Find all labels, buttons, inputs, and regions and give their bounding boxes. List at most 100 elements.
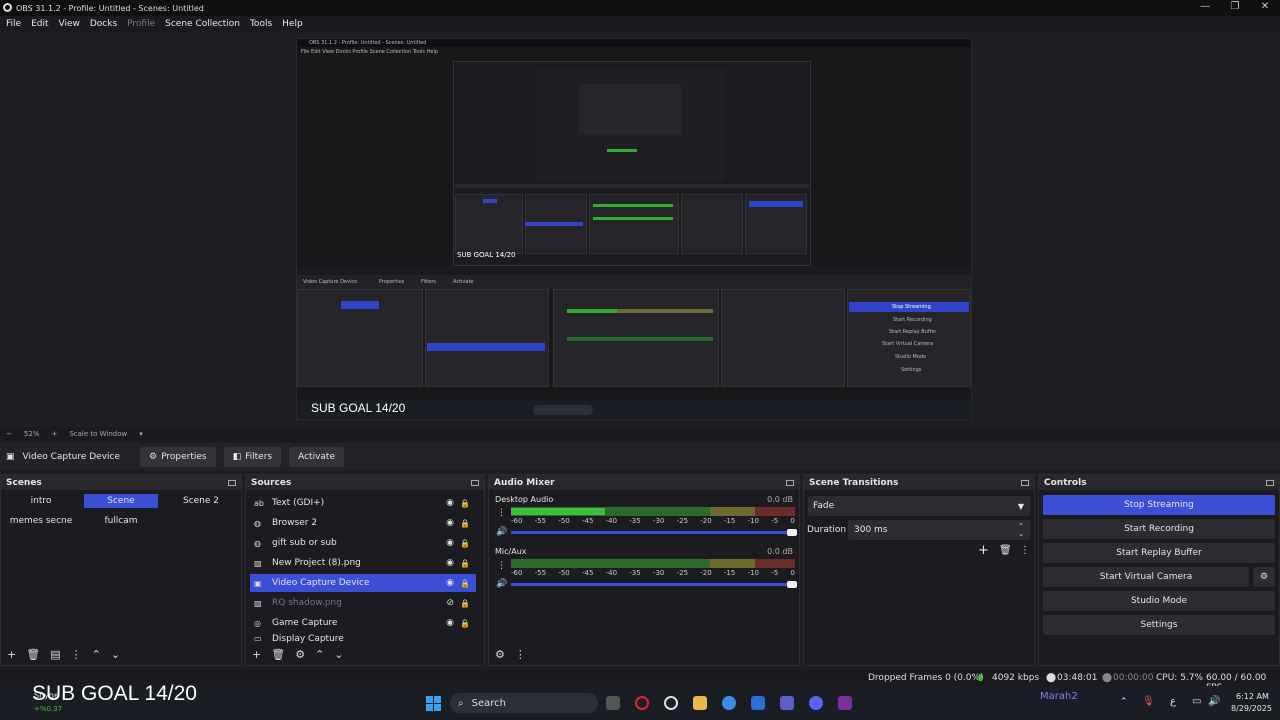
preview-canvas[interactable]: OBS 31.1.2 - Profile: Untitled - Scenes:… <box>296 38 972 420</box>
eye-icon[interactable]: ◉ <box>446 578 454 588</box>
scene-fullcam[interactable]: fullcam <box>84 514 158 528</box>
source-row[interactable]: ◍ gift sub or sub ◉ 🔒 <box>250 534 476 552</box>
menu-docks[interactable]: Docks <box>90 19 117 29</box>
undock-icon[interactable] <box>1021 479 1029 486</box>
studio-mode-button[interactable]: Studio Mode <box>1043 591 1275 611</box>
undock-icon[interactable] <box>471 479 479 486</box>
remove-source-button[interactable]: 🗑 <box>271 648 285 661</box>
zoom-out-button[interactable]: − <box>6 430 12 438</box>
transition-menu-button[interactable]: ⋮ <box>1020 545 1030 556</box>
eye-icon[interactable]: ◉ <box>446 518 454 528</box>
lock-icon[interactable]: 🔒 <box>460 559 470 568</box>
task-view-icon[interactable] <box>606 696 620 710</box>
lock-icon[interactable]: 🔒 <box>460 499 470 508</box>
move-source-up-button[interactable]: ⌃ <box>315 648 324 661</box>
channel-menu-icon[interactable]: ⋮ <box>497 508 506 518</box>
stepper-icon[interactable]: ⌃ ⌄ <box>1018 522 1024 538</box>
menu-profile[interactable]: Profile <box>127 19 155 29</box>
teams-icon[interactable] <box>780 696 794 710</box>
copilot-icon[interactable] <box>722 696 736 710</box>
app-icon[interactable] <box>838 696 852 710</box>
close-button[interactable]: ✕ <box>1250 0 1280 16</box>
maximize-button[interactable]: ❐ <box>1220 0 1250 16</box>
remove-transition-button[interactable]: 🗑 <box>999 545 1012 556</box>
source-row[interactable]: ▨ New Project (8).png ◉ 🔒 <box>250 554 476 572</box>
start-recording-button[interactable]: Start Recording <box>1043 519 1275 539</box>
menu-tools[interactable]: Tools <box>250 19 272 29</box>
add-transition-button[interactable]: + <box>978 543 989 558</box>
scene-memes-secne[interactable]: memes secne <box>4 514 78 528</box>
zoom-in-button[interactable]: + <box>51 430 57 438</box>
scene-intro[interactable]: intro <box>4 494 78 508</box>
virtual-camera-settings-button[interactable]: ⚙ <box>1253 567 1275 587</box>
volume-slider[interactable] <box>511 583 787 586</box>
move-source-down-button[interactable]: ⌄ <box>334 648 343 661</box>
volume-slider-knob[interactable] <box>787 529 797 536</box>
scale-mode-select[interactable]: Scale to Window <box>69 430 127 438</box>
volume-slider[interactable] <box>511 531 787 534</box>
stop-streaming-button[interactable]: Stop Streaming <box>1043 495 1275 515</box>
microphone-icon[interactable]: 🎙 <box>1142 696 1155 707</box>
network-icon[interactable]: ▭ <box>1192 696 1201 707</box>
source-settings-button[interactable]: ⚙ <box>295 648 305 661</box>
move-scene-up-button[interactable]: ⌃ <box>92 648 101 661</box>
lock-icon[interactable]: 🔒 <box>460 619 470 628</box>
undock-icon[interactable] <box>228 479 236 486</box>
file-explorer-icon[interactable] <box>693 696 707 710</box>
move-scene-down-button[interactable]: ⌄ <box>111 648 120 661</box>
speaker-icon[interactable]: 🔊 <box>496 579 507 589</box>
lock-icon[interactable]: 🔒 <box>460 579 470 588</box>
menu-scene-collection[interactable]: Scene Collection <box>165 19 240 29</box>
scene-scene[interactable]: Scene <box>84 494 158 508</box>
source-row[interactable]: ◎ Game Capture ◉ 🔒 <box>250 614 476 632</box>
eye-icon[interactable]: ◉ <box>446 558 454 568</box>
windows-start-icon[interactable] <box>426 696 441 711</box>
chevron-down-icon[interactable]: ▾ <box>139 430 143 438</box>
lock-icon[interactable]: 🔒 <box>460 519 470 528</box>
speaker-icon[interactable]: 🔊 <box>496 527 507 537</box>
add-source-button[interactable]: + <box>252 648 261 661</box>
remove-scene-button[interactable]: 🗑 <box>26 648 40 661</box>
minimize-button[interactable]: — <box>1190 0 1220 16</box>
scene-scene-2[interactable]: Scene 2 <box>164 494 238 508</box>
eye-icon[interactable]: ◉ <box>446 538 454 548</box>
filters-button[interactable]: ◧ Filters <box>223 446 282 467</box>
source-row[interactable]: ab Text (GDI+) ◉ 🔒 <box>250 494 476 512</box>
discord-icon[interactable] <box>809 696 823 710</box>
eye-closed-icon[interactable]: ⊘ <box>446 598 454 608</box>
eye-icon[interactable]: ◉ <box>446 498 454 508</box>
source-row-selected[interactable]: ▣ Video Capture Device ◉ 🔒 <box>250 574 476 592</box>
chevron-up-icon[interactable]: ⌃ <box>1120 697 1128 707</box>
scene-menu-button[interactable]: ⋮ <box>71 648 82 661</box>
mixer-menu-button[interactable]: ⋮ <box>515 648 526 661</box>
menu-view[interactable]: View <box>59 19 80 29</box>
add-scene-button[interactable]: + <box>7 648 16 661</box>
lock-icon[interactable]: 🔒 <box>460 539 470 548</box>
source-row[interactable]: ◍ Browser 2 ◉ 🔒 <box>250 514 476 532</box>
volume-icon[interactable]: 🔊 <box>1208 696 1220 707</box>
opera-icon[interactable] <box>635 696 649 710</box>
source-row-hidden[interactable]: ▨ RQ shadow.png ⊘ 🔒 <box>250 594 476 612</box>
transition-select[interactable]: Fade ▼ <box>808 496 1030 516</box>
mixer-settings-icon[interactable]: ⚙ <box>495 648 505 661</box>
scene-filters-button[interactable]: ▤ <box>50 648 60 661</box>
volume-slider-knob[interactable] <box>787 581 797 588</box>
obs-taskbar-icon[interactable] <box>664 696 678 710</box>
channel-menu-icon[interactable]: ⋮ <box>497 561 506 571</box>
menu-help[interactable]: Help <box>282 19 303 29</box>
settings-button[interactable]: Settings <box>1043 615 1275 635</box>
input-indicator[interactable]: ع <box>1170 696 1176 707</box>
menu-edit[interactable]: Edit <box>31 19 48 29</box>
start-virtual-camera-button[interactable]: Start Virtual Camera <box>1043 567 1249 587</box>
lock-icon[interactable]: 🔒 <box>460 599 470 608</box>
duration-input[interactable]: 300 ms ⌃ ⌄ <box>848 520 1030 540</box>
undock-icon[interactable] <box>1266 479 1274 486</box>
properties-button[interactable]: ⚙ Properties <box>140 446 216 467</box>
user-widget[interactable]: Marah2 <box>1040 691 1078 702</box>
start-replay-buffer-button[interactable]: Start Replay Buffer <box>1043 543 1275 563</box>
eye-icon[interactable]: ◉ <box>446 618 454 628</box>
menu-file[interactable]: File <box>6 19 21 29</box>
taskbar-search[interactable]: ⌕ Search <box>450 693 598 713</box>
activate-button[interactable]: Activate <box>289 446 344 467</box>
store-icon[interactable] <box>751 696 765 710</box>
